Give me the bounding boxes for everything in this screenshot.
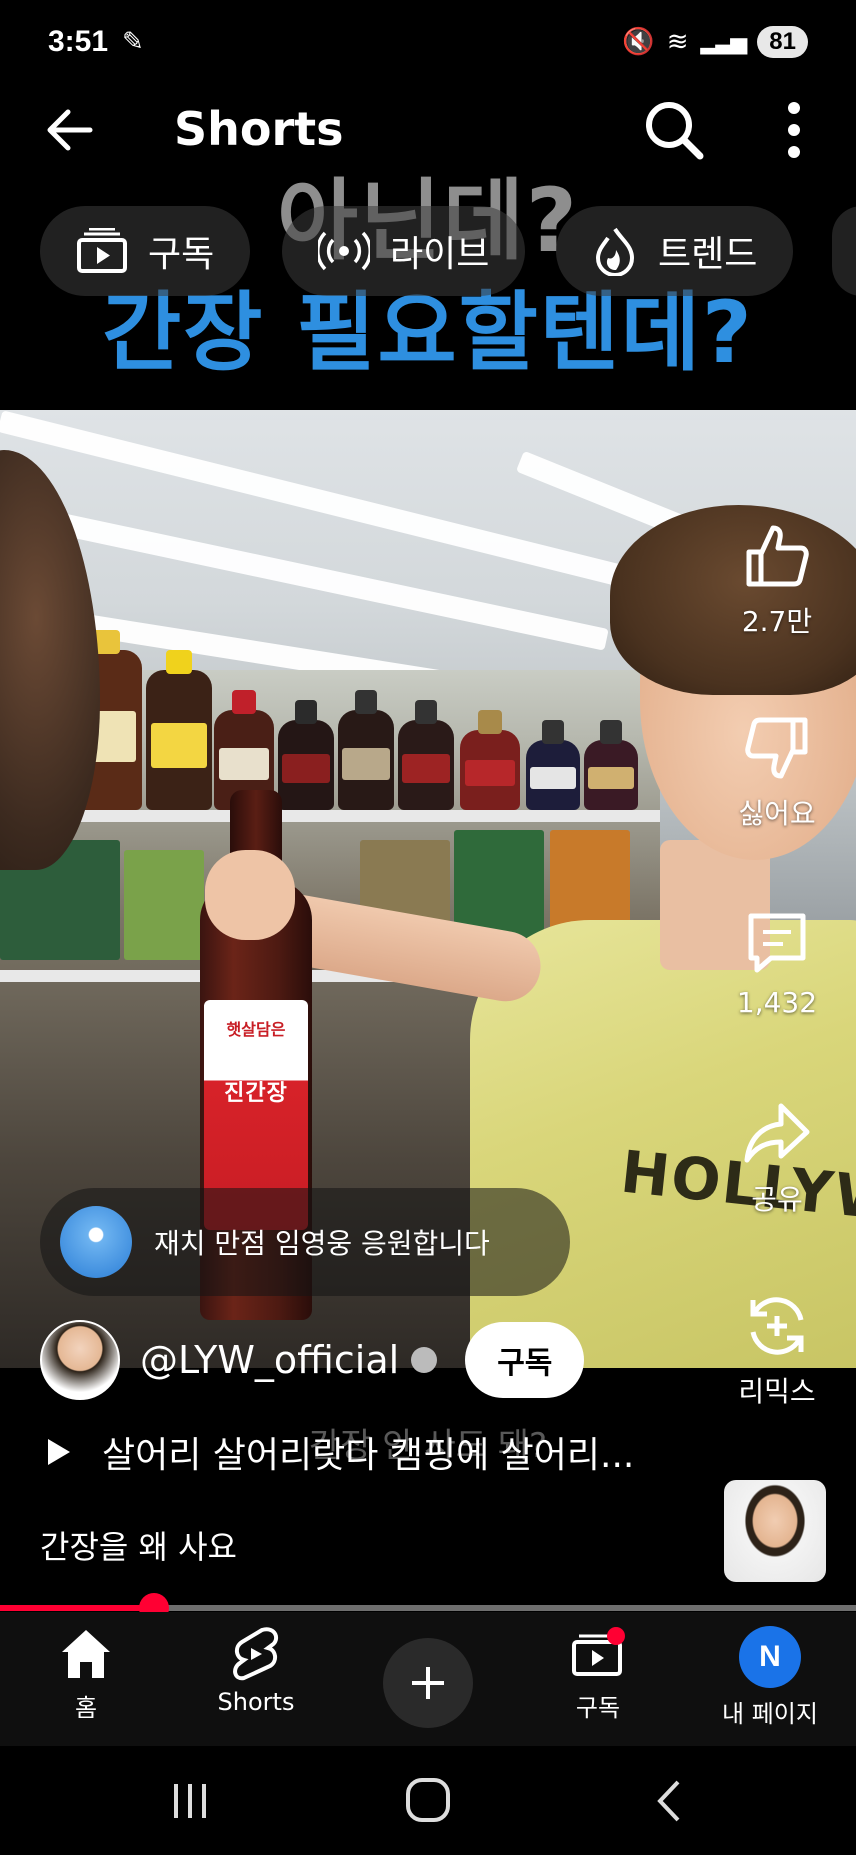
wifi-icon: ≋: [666, 27, 689, 57]
home-system-icon[interactable]: [398, 1776, 458, 1826]
subscriptions-icon: [77, 228, 127, 273]
shelf-bottle: [338, 690, 394, 810]
share-icon: [744, 1103, 810, 1163]
notification-icon: ✎: [122, 27, 144, 57]
shelf-box: [124, 850, 204, 960]
nav-shorts-label: Shorts: [217, 1688, 295, 1716]
comment-count: 1,432: [736, 986, 818, 1019]
nav-home[interactable]: 홈: [6, 1626, 166, 1723]
subscriptions-icon: [572, 1627, 625, 1676]
share-button[interactable]: 공유: [722, 1098, 832, 1218]
mute-icon: 🔇: [622, 27, 655, 57]
progress-fill: [0, 1605, 155, 1611]
shelf-bottle: [278, 700, 334, 810]
back-system-icon[interactable]: [640, 1776, 700, 1826]
more-options-icon[interactable]: [768, 96, 820, 164]
remix-label: 리믹스: [738, 1375, 816, 1408]
thumbs-up-icon: [746, 525, 809, 587]
nav-profile-label: 내 페이지: [722, 1700, 818, 1728]
create-button[interactable]: [383, 1638, 473, 1728]
signal-icon: ▂▃▅: [700, 29, 748, 55]
top-bar: Shorts: [0, 90, 856, 170]
channel-row: @LYW_official 구독: [40, 1318, 585, 1402]
bottle-brand: 햇살담은: [226, 1020, 286, 1039]
pinned-comment[interactable]: 재치 만점 임영웅 응원합니다: [40, 1188, 570, 1296]
system-navigation-bar: [0, 1746, 856, 1855]
battery-icon: 81: [757, 26, 808, 58]
back-arrow-icon[interactable]: [40, 100, 100, 160]
search-icon[interactable]: [640, 96, 708, 164]
person-hand: [205, 850, 295, 940]
trending-icon: [595, 227, 635, 276]
chip-label: 라이브: [390, 234, 490, 275]
home-icon: [62, 1630, 110, 1678]
dislike-button[interactable]: 싫어요: [722, 712, 832, 832]
verified-icon: [411, 1347, 438, 1373]
shelf-edge: [0, 810, 660, 822]
channel-avatar[interactable]: [40, 1320, 120, 1400]
video-progress-bar[interactable]: [0, 1593, 856, 1623]
chip-live[interactable]: 라이브: [282, 206, 526, 296]
like-count: 2.7만: [741, 605, 813, 638]
chip-subscriptions[interactable]: 구독: [40, 206, 251, 296]
subscribe-button[interactable]: 구독: [465, 1322, 585, 1398]
live-icon: [318, 231, 370, 271]
share-label: 공유: [751, 1183, 803, 1216]
video-title-row[interactable]: 살어리 살어리랏다 캠핑에 살어리...: [46, 1426, 634, 1478]
video-description: 간장을 왜 사요: [40, 1528, 237, 1566]
nav-subscriptions[interactable]: 구독: [518, 1626, 678, 1723]
bottom-navigation: 홈 Shorts 구독 N 내 페이지: [0, 1612, 856, 1746]
nav-subscriptions-label: 구독: [575, 1694, 621, 1722]
pinned-comment-text: 재치 만점 임영웅 응원합니다: [154, 1227, 490, 1260]
remix-button[interactable]: 리믹스: [722, 1290, 832, 1410]
status-time: 3:51: [48, 25, 109, 58]
shelf-bottle: [460, 710, 520, 810]
shelf-bottle: [526, 720, 580, 810]
sound-thumbnail[interactable]: [724, 1480, 826, 1582]
shelf-bottle: [584, 720, 638, 810]
nav-home-label: 홈: [74, 1694, 98, 1722]
dislike-label: 싫어요: [738, 797, 816, 830]
page-title: Shorts: [174, 102, 344, 156]
nav-profile[interactable]: N 내 페이지: [690, 1626, 850, 1729]
person-left: [0, 450, 100, 870]
recent-apps-icon[interactable]: [160, 1776, 220, 1826]
plus-icon: [412, 1667, 444, 1699]
channel-name[interactable]: @LYW_official: [140, 1338, 399, 1382]
bottle-label: 진간장: [224, 1081, 288, 1106]
chip-trending[interactable]: 트렌드: [556, 206, 794, 296]
comments-button[interactable]: 1,432: [722, 906, 832, 1019]
like-button[interactable]: 2.7만: [722, 520, 832, 640]
shorts-icon: [233, 1627, 279, 1681]
status-bar: 3:51 ✎ 🔇 ≋ ▂▃▅ 81: [0, 0, 856, 84]
play-icon: [48, 1439, 70, 1465]
chip-label: 구독: [148, 234, 215, 275]
shelf-bottle: [398, 700, 454, 810]
chip-label: 트렌드: [658, 234, 758, 275]
nav-shorts[interactable]: Shorts: [176, 1626, 336, 1716]
shelf-bottle: [146, 650, 212, 810]
thumbs-down-icon: [745, 717, 808, 779]
commenter-avatar: [60, 1206, 132, 1278]
remix-icon: [750, 1297, 804, 1355]
comment-icon: [748, 913, 806, 973]
profile-avatar: N: [739, 1626, 801, 1688]
video-title: 살어리 살어리랏다 캠핑에 살어리...: [102, 1435, 635, 1476]
